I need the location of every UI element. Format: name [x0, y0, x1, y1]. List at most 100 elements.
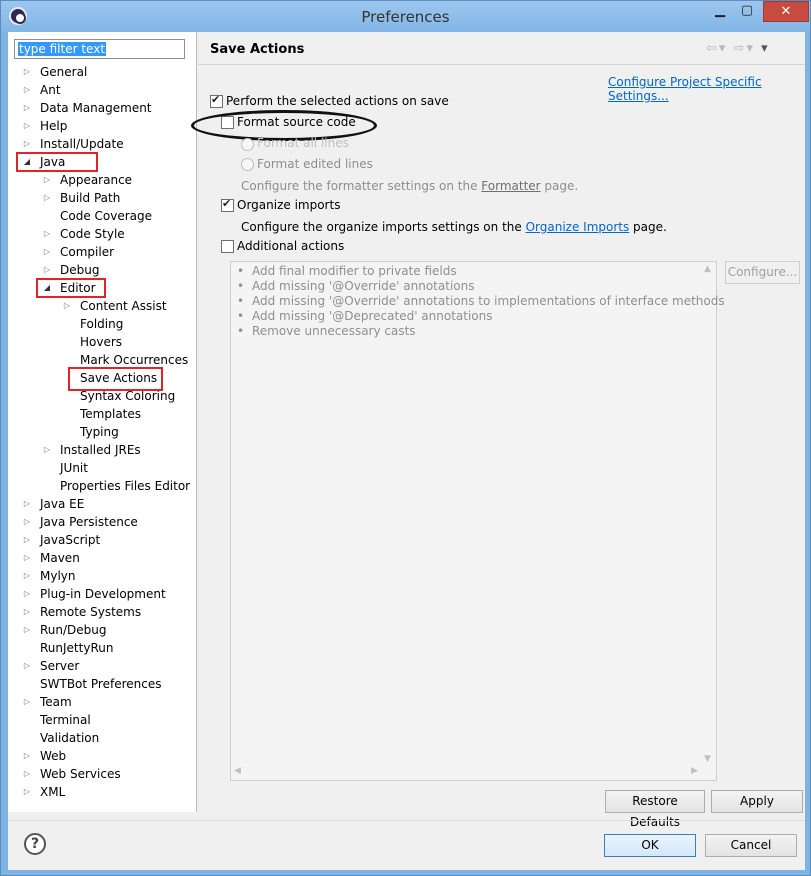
filter-input[interactable]: type filter text: [14, 39, 185, 59]
organize-imports-checkbox[interactable]: [221, 197, 234, 212]
collapsed-arrow-icon[interactable]: ▷: [22, 135, 32, 153]
organize-imports-link[interactable]: Organize Imports: [526, 220, 630, 234]
tree-item-general[interactable]: ▷ General: [8, 63, 196, 81]
collapsed-arrow-icon[interactable]: ▷: [42, 441, 52, 459]
ok-button[interactable]: OK: [604, 834, 696, 857]
scroll-down-icon[interactable]: ▼: [704, 754, 711, 764]
restore-defaults-button[interactable]: Restore Defaults: [605, 790, 705, 829]
tree-item-label: Web: [40, 749, 67, 763]
formatter-text-before: Configure the formatter settings on the: [241, 179, 482, 193]
maximize-icon[interactable]: ▢: [734, 1, 760, 22]
formatter-link[interactable]: Formatter: [481, 179, 540, 193]
organize-text-before: Configure the organize imports settings …: [241, 220, 526, 234]
minimize-icon[interactable]: ▁: [707, 1, 733, 22]
collapsed-arrow-icon[interactable]: ▷: [22, 81, 32, 99]
view-menu-icon[interactable]: ▾: [761, 41, 770, 56]
tree-item-content-assist[interactable]: ▷ Content Assist: [8, 297, 196, 315]
forward-arrow-icon[interactable]: ⇨▾: [734, 41, 755, 56]
collapsed-arrow-icon[interactable]: ▷: [22, 549, 32, 567]
close-icon[interactable]: ✕: [763, 1, 809, 22]
list-item-label: Remove unnecessary casts: [252, 324, 416, 338]
tree-item-web[interactable]: ▷ Web: [8, 747, 196, 765]
vertical-scrollbar[interactable]: ▲ ▼: [700, 262, 716, 766]
history-nav[interactable]: ⇦▾ ⇨▾ ▾: [706, 41, 770, 56]
collapsed-arrow-icon[interactable]: ▷: [22, 621, 32, 639]
scroll-up-icon[interactable]: ▲: [704, 264, 711, 274]
apply-button[interactable]: Apply: [711, 790, 803, 813]
tree-item-help[interactable]: ▷ Help: [8, 117, 196, 135]
tree-item-label: Data Management: [40, 101, 152, 115]
collapsed-arrow-icon[interactable]: ▷: [22, 117, 32, 135]
list-item: • Add missing '@Override' annotations: [237, 279, 474, 293]
configure-project-link[interactable]: Configure Project Specific Settings...: [608, 75, 805, 103]
collapsed-arrow-icon[interactable]: ▷: [22, 603, 32, 621]
configure-actions-button[interactable]: Configure...: [725, 261, 800, 284]
collapsed-arrow-icon[interactable]: ▷: [22, 693, 32, 711]
tree-item-hovers[interactable]: Hovers: [8, 333, 196, 351]
organize-imports-description: Configure the organize imports settings …: [241, 220, 667, 234]
collapsed-arrow-icon[interactable]: ▷: [62, 297, 72, 315]
tree-item-properties-files-editor[interactable]: Properties Files Editor: [8, 477, 196, 495]
tree-item-data-management[interactable]: ▷ Data Management: [8, 99, 196, 117]
tree-item-junit[interactable]: JUnit: [8, 459, 196, 477]
collapsed-arrow-icon[interactable]: ▷: [22, 747, 32, 765]
collapsed-arrow-icon[interactable]: ▷: [22, 765, 32, 783]
collapsed-arrow-icon[interactable]: ▷: [42, 189, 52, 207]
collapsed-arrow-icon[interactable]: ▷: [22, 99, 32, 117]
help-icon[interactable]: ?: [24, 833, 46, 855]
tree-item-java-ee[interactable]: ▷ Java EE: [8, 495, 196, 513]
tree-item-code-coverage[interactable]: Code Coverage: [8, 207, 196, 225]
tree-item-code-style[interactable]: ▷ Code Style: [8, 225, 196, 243]
tree-item-compiler[interactable]: ▷ Compiler: [8, 243, 196, 261]
collapsed-arrow-icon[interactable]: ▷: [42, 261, 52, 279]
scroll-right-icon[interactable]: ▶: [691, 766, 698, 776]
tree-item-templates[interactable]: Templates: [8, 405, 196, 423]
tree-item-plug-in-development[interactable]: ▷ Plug-in Development: [8, 585, 196, 603]
format-edited-radio[interactable]: [241, 158, 254, 171]
tree-item-swtbot-preferences[interactable]: SWTBot Preferences: [8, 675, 196, 693]
tree-item-runjettyrun[interactable]: RunJettyRun: [8, 639, 196, 657]
tree-item-debug[interactable]: ▷ Debug: [8, 261, 196, 279]
collapsed-arrow-icon[interactable]: ▷: [22, 585, 32, 603]
collapsed-arrow-icon[interactable]: ▷: [22, 657, 32, 675]
tree-item-server[interactable]: ▷ Server: [8, 657, 196, 675]
additional-actions-list[interactable]: • Add final modifier to private fields • Ad…: [230, 261, 725, 781]
collapsed-arrow-icon[interactable]: ▷: [22, 567, 32, 585]
tree-item-remote-systems[interactable]: ▷ Remote Systems: [8, 603, 196, 621]
tree-item-javascript[interactable]: ▷ JavaScript: [8, 531, 196, 549]
additional-actions-checkbox[interactable]: [221, 240, 234, 253]
tree-item-java-persistence[interactable]: ▷ Java Persistence: [8, 513, 196, 531]
tree-item-install-update[interactable]: ▷ Install/Update: [8, 135, 196, 153]
title-bar[interactable]: Preferences ▁ ▢ ✕: [1, 1, 810, 32]
tree-item-label: Java EE: [40, 497, 85, 511]
preferences-window: Preferences ▁ ▢ ✕ type filter text ▷ Gene…: [0, 0, 811, 876]
tree-item-build-path[interactable]: ▷ Build Path: [8, 189, 196, 207]
collapsed-arrow-icon[interactable]: ▷: [22, 531, 32, 549]
tree-item-mylyn[interactable]: ▷ Mylyn: [8, 567, 196, 585]
tree-item-appearance[interactable]: ▷ Appearance: [8, 171, 196, 189]
back-arrow-icon[interactable]: ⇦▾: [706, 41, 727, 56]
collapsed-arrow-icon[interactable]: ▷: [22, 513, 32, 531]
tree-item-folding[interactable]: Folding: [8, 315, 196, 333]
tree-item-typing[interactable]: Typing: [8, 423, 196, 441]
tree-item-maven[interactable]: ▷ Maven: [8, 549, 196, 567]
tree-item-terminal[interactable]: Terminal: [8, 711, 196, 729]
collapsed-arrow-icon[interactable]: ▷: [42, 225, 52, 243]
cancel-button[interactable]: Cancel: [705, 834, 797, 857]
horizontal-scrollbar[interactable]: ◀ ▶: [231, 764, 701, 780]
tree-item-ant[interactable]: ▷ Ant: [8, 81, 196, 99]
tree-item-web-services[interactable]: ▷ Web Services: [8, 765, 196, 783]
collapsed-arrow-icon[interactable]: ▷: [42, 171, 52, 189]
collapsed-arrow-icon[interactable]: ▷: [42, 243, 52, 261]
tree-item-installed-jres[interactable]: ▷ Installed JREs: [8, 441, 196, 459]
collapsed-arrow-icon[interactable]: ▷: [22, 63, 32, 81]
tree-item-validation[interactable]: Validation: [8, 729, 196, 747]
format-all-radio[interactable]: [241, 138, 254, 151]
collapsed-arrow-icon[interactable]: ▷: [22, 495, 32, 513]
tree-item-xml[interactable]: ▷ XML: [8, 783, 196, 801]
perform-actions-checkbox[interactable]: [210, 93, 223, 108]
tree-item-run-debug[interactable]: ▷ Run/Debug: [8, 621, 196, 639]
tree-item-team[interactable]: ▷ Team: [8, 693, 196, 711]
scroll-left-icon[interactable]: ◀: [234, 766, 241, 776]
collapsed-arrow-icon[interactable]: ▷: [22, 783, 32, 801]
